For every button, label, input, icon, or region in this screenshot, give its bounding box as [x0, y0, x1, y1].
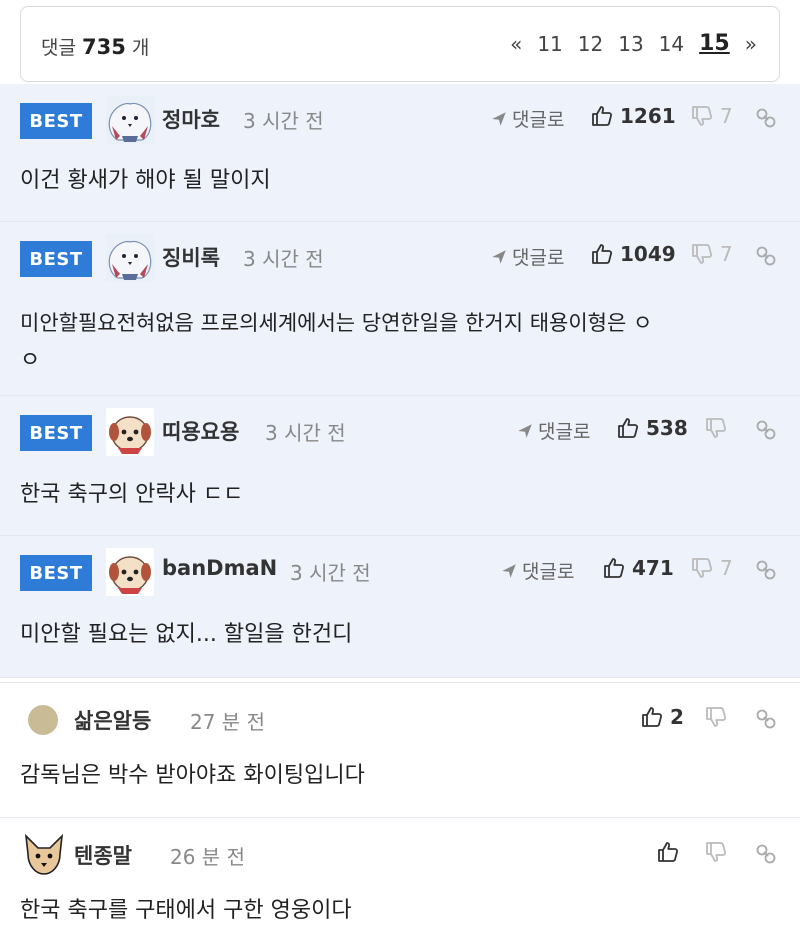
best-badge: BEST — [20, 415, 92, 451]
best-badge: BEST — [20, 241, 92, 277]
thumbs-down-icon — [690, 242, 714, 266]
comment-author[interactable]: 정마호 — [162, 104, 220, 134]
thumbs-down-icon — [704, 840, 728, 864]
link-icon[interactable] — [754, 707, 778, 731]
comment-time: 3 시간 전 — [243, 247, 324, 271]
comment-text-line2: ㅇ — [20, 348, 41, 373]
circle-avatar[interactable] — [28, 705, 58, 735]
pager-page-14[interactable]: 14 — [659, 32, 684, 56]
upvote-count: 2 — [670, 705, 684, 729]
downvote-button[interactable] — [704, 705, 734, 729]
comment-item: BEST banDmaN 3 시간 전 댓글로 471 7 미안할 필요는 없지… — [0, 536, 800, 678]
comment-item: BEST 정마호 3 시간 전 댓글로 1261 7 이건 황새가 해야 될 말… — [0, 84, 800, 222]
upvote-button[interactable] — [656, 840, 686, 864]
comment-time: 3 시간 전 — [243, 109, 324, 133]
upvote-count: 1261 — [620, 104, 676, 128]
comment-count-unit: 개 — [131, 37, 150, 59]
pager-prev-button[interactable]: « — [510, 32, 522, 56]
comment-author[interactable]: 삶은알등 — [74, 705, 151, 735]
upvote-button[interactable]: 1049 — [590, 242, 676, 266]
dog-avatar[interactable] — [106, 548, 154, 596]
comment-author[interactable]: 텐종말 — [74, 840, 132, 870]
thumbs-up-icon — [656, 840, 680, 864]
reply-label: 댓글로 — [538, 421, 591, 443]
thumbs-down-icon — [690, 104, 714, 128]
downvote-count: 7 — [720, 556, 733, 580]
reply-label: 댓글로 — [512, 109, 565, 131]
best-badge: BEST — [20, 103, 92, 139]
bear-avatar[interactable] — [106, 234, 154, 282]
downvote-count: 7 — [720, 104, 733, 128]
upvote-count: 538 — [646, 416, 688, 440]
reply-button[interactable]: 댓글로 — [490, 105, 564, 132]
comment-time: 3 시간 전 — [290, 561, 371, 585]
comment-author[interactable]: 징비록 — [162, 242, 220, 272]
reply-arrow-icon — [516, 422, 534, 440]
best-badge: BEST — [20, 555, 92, 591]
reply-arrow-icon — [490, 248, 508, 266]
comment-text: 이건 황새가 해야 될 말이지 — [20, 168, 271, 193]
pagination: « 11 12 13 14 15 » — [495, 31, 757, 56]
link-icon[interactable] — [754, 842, 778, 866]
comment-text: 감독님은 박수 받아야죠 화이팅입니다 — [20, 763, 365, 788]
comment-item: 텐종말 26 분 전 한국 축구를 구태에서 구한 영웅이다 — [0, 818, 800, 941]
comment-text: 한국 축구의 안락사 ㄷㄷ — [20, 482, 244, 507]
thumbs-down-icon — [704, 416, 728, 440]
downvote-button[interactable]: 7 — [690, 556, 733, 580]
downvote-button[interactable] — [704, 416, 734, 440]
comment-text: 미안할 필요는 없지... 할일을 한건디 — [20, 622, 353, 647]
thumbs-down-icon — [690, 556, 714, 580]
chihuahua-avatar[interactable] — [20, 830, 68, 878]
reply-arrow-icon — [490, 110, 508, 128]
comments-header: 댓글 735 개 « 11 12 13 14 15 » — [20, 6, 780, 82]
comment-time: 26 분 전 — [170, 845, 245, 869]
downvote-count: 7 — [720, 242, 733, 266]
upvote-button[interactable]: 538 — [616, 416, 688, 440]
downvote-button[interactable]: 7 — [690, 242, 733, 266]
link-icon[interactable] — [754, 106, 778, 130]
link-icon[interactable] — [754, 244, 778, 268]
upvote-count: 471 — [632, 556, 674, 580]
comment-item: 삶은알등 27 분 전 2 감독님은 박수 받아야죠 화이팅입니다 — [0, 682, 800, 818]
thumbs-up-icon — [602, 556, 626, 580]
comment-text-line1: 미안할필요전혀없음 프로의세계에서는 당연한일을 한거지 태용이형은 ㅇ — [20, 311, 653, 335]
upvote-button[interactable]: 471 — [602, 556, 674, 580]
thumbs-up-icon — [590, 104, 614, 128]
comment-count-label: 댓글 — [41, 37, 76, 59]
comment-text: 한국 축구를 구태에서 구한 영웅이다 — [20, 898, 352, 923]
comment-time: 3 시간 전 — [265, 421, 346, 445]
link-icon[interactable] — [754, 558, 778, 582]
link-icon[interactable] — [754, 418, 778, 442]
downvote-button[interactable] — [704, 840, 734, 864]
pager-page-15-current[interactable]: 15 — [699, 31, 730, 56]
thumbs-up-icon — [616, 416, 640, 440]
pager-next-button[interactable]: » — [745, 32, 757, 56]
comment-count: 댓글 735 개 — [41, 33, 149, 60]
thumbs-up-icon — [590, 242, 614, 266]
reply-arrow-icon — [500, 562, 518, 580]
comment-count-value: 735 — [82, 35, 126, 59]
pager-page-13[interactable]: 13 — [618, 32, 643, 56]
reply-button[interactable]: 댓글로 — [516, 417, 590, 444]
downvote-button[interactable]: 7 — [690, 104, 733, 128]
comment-item: BEST 징비록 3 시간 전 댓글로 1049 7 미안할필요전혀없음 프로의… — [0, 222, 800, 396]
reply-label: 댓글로 — [512, 247, 565, 269]
bear-avatar[interactable] — [106, 96, 154, 144]
reply-label: 댓글로 — [522, 561, 575, 583]
pager-page-12[interactable]: 12 — [578, 32, 603, 56]
comment-item: BEST 띠용요용 3 시간 전 댓글로 538 한국 축구의 안락사 ㄷㄷ — [0, 396, 800, 536]
dog-avatar[interactable] — [106, 408, 154, 456]
comment-author[interactable]: 띠용요용 — [162, 416, 239, 446]
comment-time: 27 분 전 — [190, 710, 265, 734]
pager-page-11[interactable]: 11 — [537, 32, 562, 56]
thumbs-down-icon — [704, 705, 728, 729]
upvote-button[interactable]: 2 — [640, 705, 684, 729]
reply-button[interactable]: 댓글로 — [500, 557, 574, 584]
comment-author[interactable]: banDmaN — [162, 556, 277, 580]
upvote-button[interactable]: 1261 — [590, 104, 676, 128]
upvote-count: 1049 — [620, 242, 676, 266]
reply-button[interactable]: 댓글로 — [490, 243, 564, 270]
thumbs-up-icon — [640, 705, 664, 729]
